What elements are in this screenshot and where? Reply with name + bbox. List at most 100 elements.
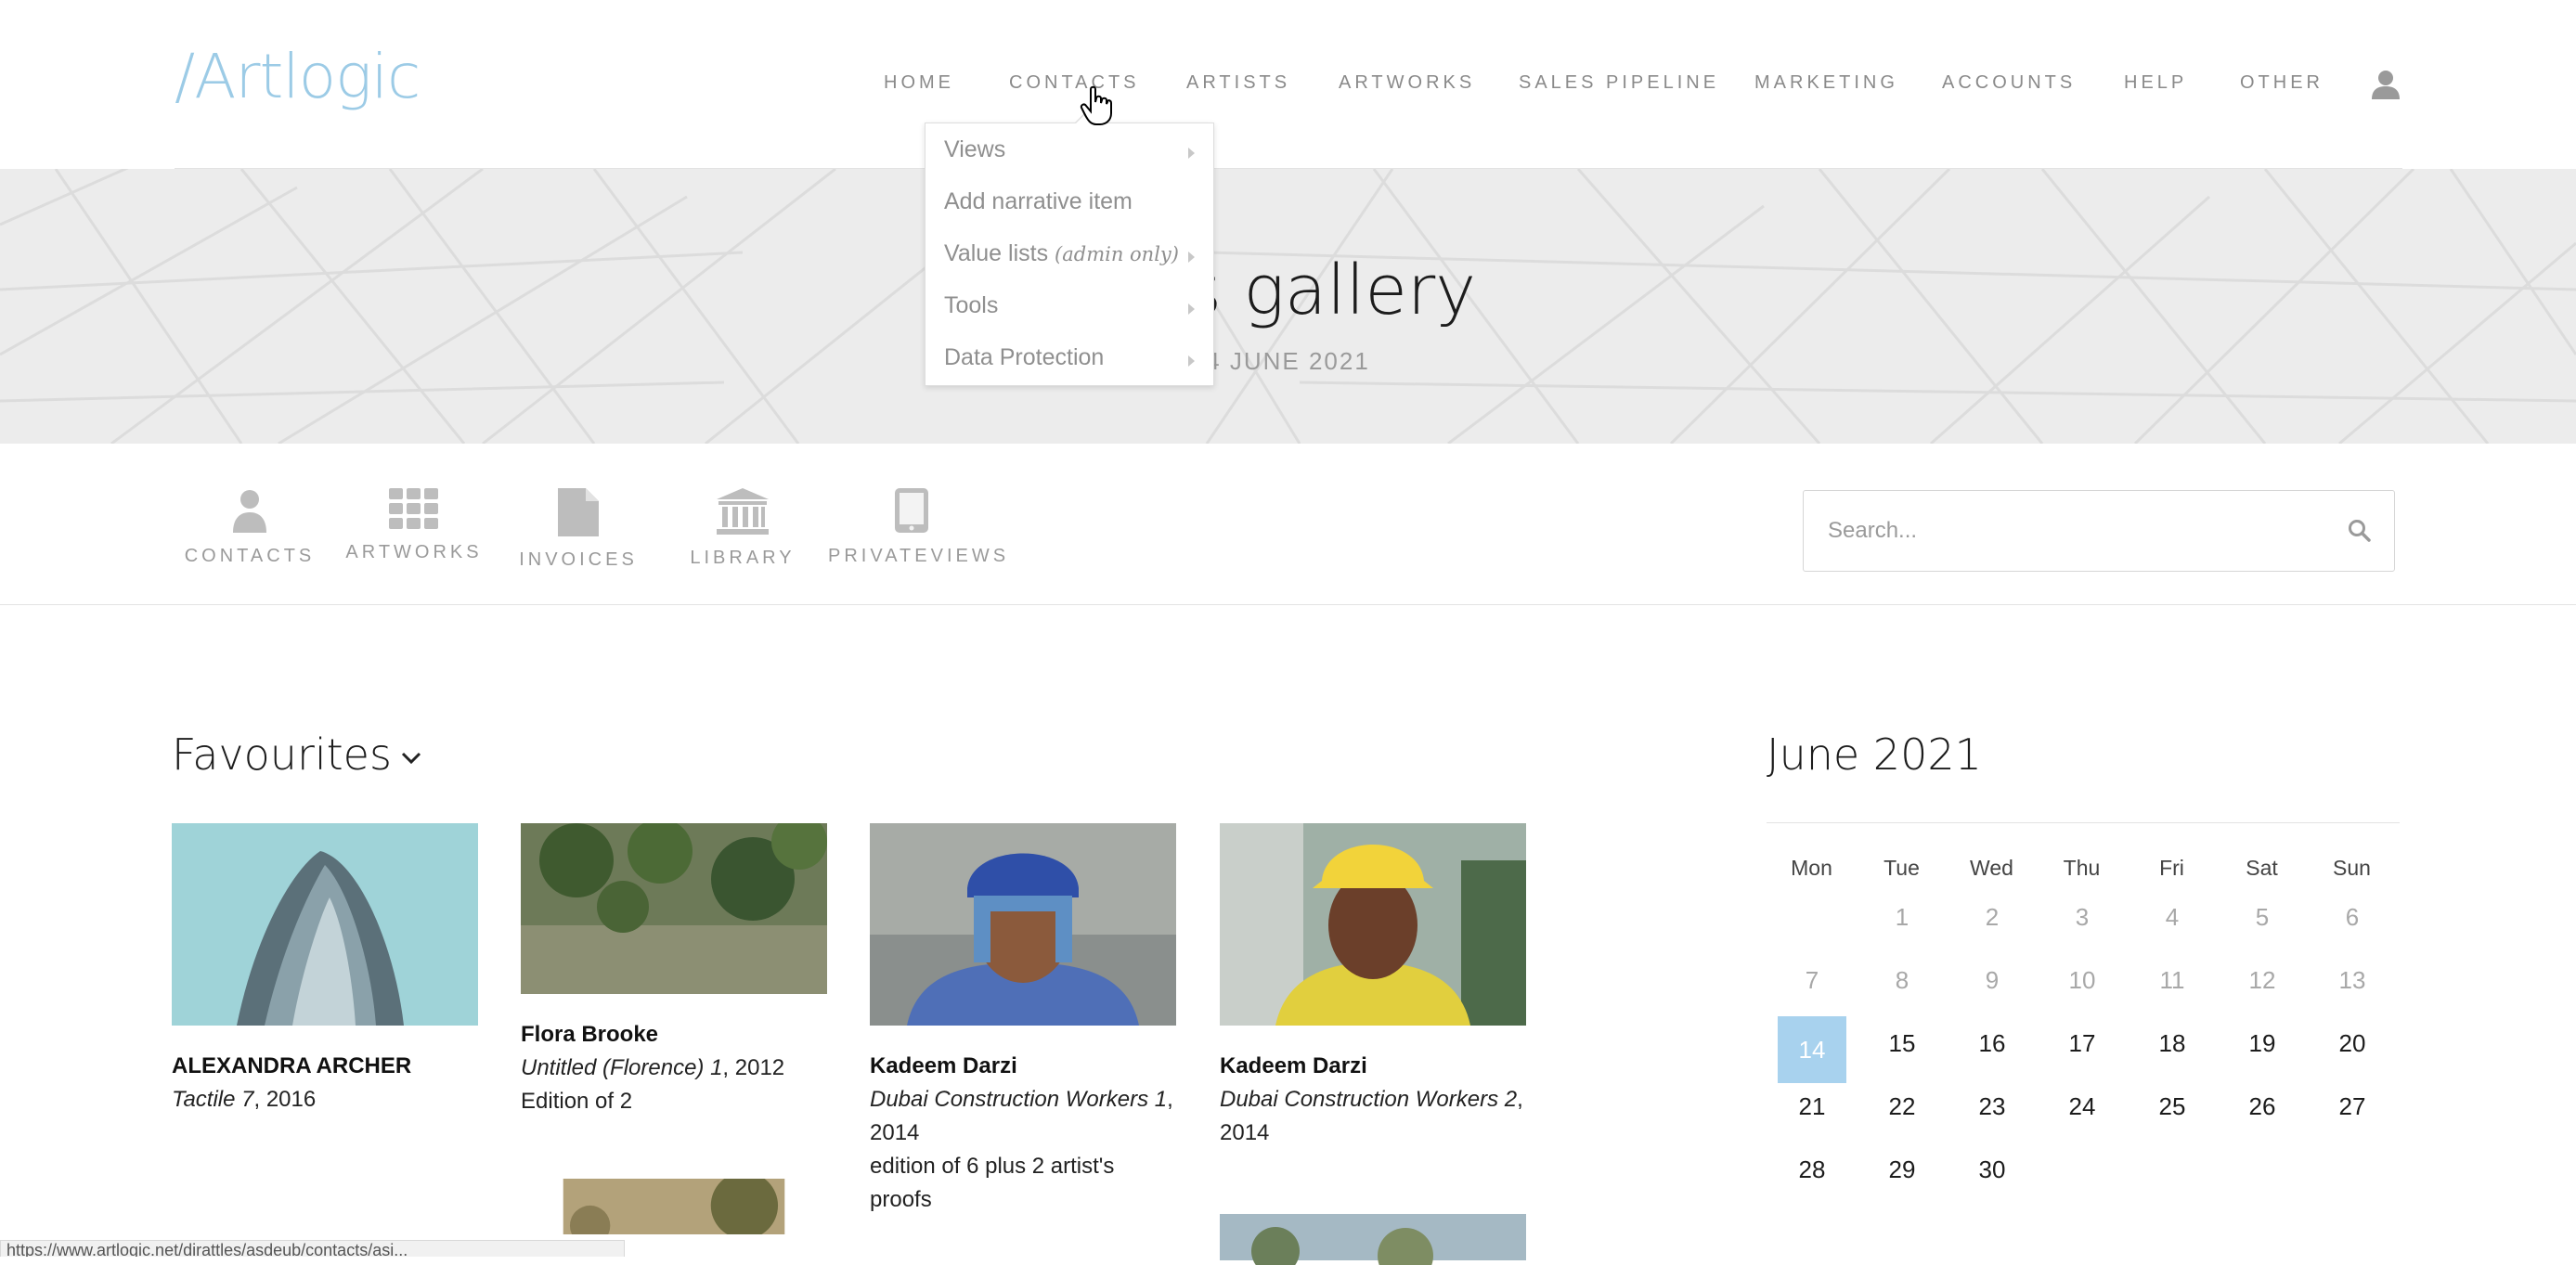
gallery-date: 4 JUNE 2021 [1206,347,1370,375]
menu-item-value-lists[interactable]: Value lists (admin only) [944,240,1204,278]
menu-item-tools[interactable]: Tools [944,292,1204,329]
calendar-divider [1767,822,2400,823]
calendar-day[interactable]: 23 [1958,1073,2026,1140]
weekday-label: Fri [2159,856,2184,880]
submenu-arrow-icon [1188,148,1195,159]
menu-item-add-narrative[interactable]: Add narrative item [944,188,1204,226]
nav-other[interactable]: OTHER [2240,72,2324,94]
calendar-day[interactable]: 20 [2318,1010,2387,1077]
top-header: /Artlogic HOME CONTACTS ARTISTS ARTWORKS… [0,0,2576,169]
card-work-title: Untitled (Florence) 1 [521,1055,723,1080]
artwork-thumbnail[interactable] [1220,1209,1526,1265]
calendar-day[interactable]: 27 [2318,1073,2387,1140]
menu-item-data-protection[interactable]: Data Protection [944,344,1204,381]
card-edition: edition of 6 plus 2 artist's proofs [870,1154,1115,1212]
submenu-arrow-icon [1188,303,1195,315]
nav-artists[interactable]: ARTISTS [1186,72,1290,94]
nav-sales-pipeline[interactable]: SALES PIPELINE [1519,72,1719,94]
quick-link-label: ARTWORKS [345,542,483,562]
calendar-day[interactable]: 25 [2138,1073,2207,1140]
quick-link-label: LIBRARY [690,548,796,568]
submenu-arrow-icon [1188,355,1195,367]
nav-contacts[interactable]: CONTACTS [1009,72,1140,94]
calendar-day[interactable]: 6 [2318,884,2387,950]
favourite-card[interactable]: ALEXANDRA ARCHER Tactile 7, 2016 [172,823,478,1117]
grid-icon [389,488,438,529]
calendar-day[interactable]: 18 [2138,1010,2207,1077]
weekday-label: Tue [1883,856,1920,880]
quick-link-privateviews[interactable]: PRIVATEVIEWS [828,488,1010,567]
calendar-day[interactable]: 12 [2228,947,2297,1013]
weekday-label: Wed [1970,856,2013,880]
quick-link-artworks[interactable]: ARTWORKS [330,488,498,563]
nav-home[interactable]: HOME [884,72,954,94]
person-icon [233,490,266,533]
nav-artworks[interactable]: ARTWORKS [1339,72,1475,94]
quick-link-library[interactable]: LIBRARY [659,488,826,569]
nav-help[interactable]: HELP [2124,72,2187,94]
tablet-icon [895,488,928,533]
calendar-day[interactable]: 10 [2048,947,2116,1013]
gallery-title: eus gallery [1099,251,1477,330]
menu-item-label: Add narrative item [944,188,1133,214]
calendar-day[interactable]: 19 [2228,1010,2297,1077]
calendar-day[interactable]: 28 [1778,1136,1846,1203]
main-nav: HOME CONTACTS ARTISTS ARTWORKS SALES PIP… [0,72,2576,100]
calendar-day[interactable]: 2 [1958,884,2026,950]
menu-item-label: Tools [944,292,999,318]
card-work-title: Tactile 7 [172,1087,254,1112]
card-work: Dubai Construction Workers 1, 2014 [870,1083,1176,1150]
calendar-title: June 2021 [1767,729,1982,780]
card-edition: Edition of 2 [521,1089,633,1114]
favourite-card[interactable]: Kadeem Darzi Dubai Construction Workers … [870,823,1176,1217]
quick-link-label: INVOICES [519,549,638,570]
search-input[interactable] [1826,511,2331,550]
menu-item-label: Views [944,136,1006,162]
menu-item-views[interactable]: Views [944,136,1204,174]
user-icon[interactable] [2370,69,2401,100]
calendar-day[interactable]: 9 [1958,947,2026,1013]
hand-cursor-icon [1080,85,1112,125]
quick-link-label: PRIVATEVIEWS [828,546,1010,566]
menu-item-note: (admin only) [1055,243,1179,265]
card-work: Untitled (Florence) 1, 2012 [521,1052,827,1085]
calendar-day[interactable]: 15 [1868,1010,1936,1077]
favourite-card[interactable]: Kadeem Darzi Dubai Construction Workers … [1220,823,1526,1150]
calendar-day[interactable]: 26 [2228,1073,2297,1140]
calendar-day[interactable]: 1 [1868,884,1936,950]
calendar-day[interactable]: 4 [2138,884,2207,950]
calendar-day[interactable]: 17 [2048,1010,2116,1077]
search-box [1803,490,2395,572]
favourites-title: Favourites [172,729,392,780]
calendar-day[interactable]: 5 [2228,884,2297,950]
nav-marketing[interactable]: MARKETING [1754,72,1898,94]
calendar-day[interactable]: 22 [1868,1073,1936,1140]
quick-link-label: CONTACTS [184,546,316,566]
search-icon[interactable] [2348,519,2372,543]
card-work-title: Dubai Construction Workers 2 [1220,1087,1518,1112]
calendar-day[interactable]: 11 [2138,947,2207,1013]
card-work-title: Dubai Construction Workers 1 [870,1087,1168,1112]
calendar-day[interactable]: 13 [2318,947,2387,1013]
calendar-day[interactable]: 24 [2048,1073,2116,1140]
calendar-day[interactable]: 16 [1958,1010,2026,1077]
calendar-day[interactable]: 7 [1778,947,1846,1013]
card-artist: Kadeem Darzi [870,1053,1017,1078]
calendar-day[interactable]: 21 [1778,1073,1846,1140]
menu-item-label: Value lists [944,240,1049,266]
calendar-day[interactable]: 29 [1868,1136,1936,1203]
calendar-day[interactable]: 8 [1868,947,1936,1013]
weekday-label: Sat [2246,856,2278,880]
quick-link-invoices[interactable]: INVOICES [495,488,662,571]
artwork-thumbnail[interactable] [521,1179,827,1234]
favourites-heading[interactable]: Favourites [172,729,421,780]
card-artist: Flora Brooke [521,1022,659,1047]
calendar-day[interactable]: 3 [2048,884,2116,950]
nav-accounts[interactable]: ACCOUNTS [1942,72,2076,94]
quick-link-contacts[interactable]: CONTACTS [166,488,333,567]
favourite-card[interactable]: Flora Brooke Untitled (Florence) 1, 2012… [521,823,827,1118]
card-work-year: , 2012 [722,1055,785,1080]
card-artist: Kadeem Darzi [1220,1053,1367,1078]
calendar-day[interactable]: 30 [1958,1136,2026,1203]
chevron-down-icon [401,752,421,764]
